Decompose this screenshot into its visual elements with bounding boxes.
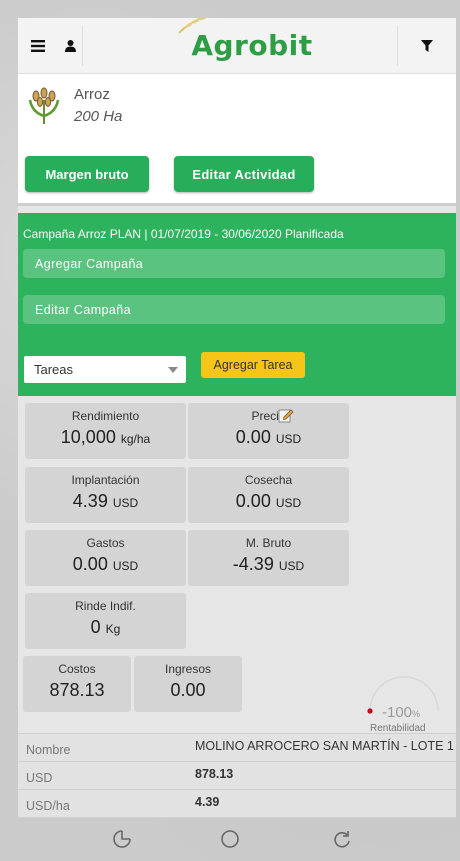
table-value: MOLINO ARROCERO SAN MARTÍN - LOTE 1 xyxy=(195,739,454,753)
metric-label: Cosecha xyxy=(244,473,293,487)
tareas-select-value: Tareas xyxy=(34,362,74,377)
agregar-campana-button[interactable]: Agregar Campaña xyxy=(23,249,445,278)
nav-right-button[interactable] xyxy=(327,824,357,854)
metric-number: -4.39 xyxy=(232,554,274,574)
table-key: USD/ha xyxy=(26,799,70,813)
rentabilidad-number: -100 xyxy=(382,704,413,721)
table-row: USD/ha 4.39 xyxy=(18,790,456,818)
metric-number: 0.00 xyxy=(72,554,108,574)
metric-implantacion: Implantación 4.39 USD xyxy=(25,467,186,523)
table-key: USD xyxy=(26,771,53,785)
metric-unit: USD xyxy=(275,496,302,510)
metric-value: 0.00 USD xyxy=(188,427,349,448)
metric-label: Ingresos xyxy=(164,662,212,676)
metric-unit: kg/ha xyxy=(120,432,151,446)
metric-number: 0.00 xyxy=(235,427,271,447)
metric-label: Implantación xyxy=(71,473,140,487)
table-value: 4.39 xyxy=(195,795,220,809)
crop-name: Arroz xyxy=(74,86,110,103)
pencil-icon[interactable] xyxy=(278,407,294,423)
metric-rendimiento: Rendimiento 10,000 kg/ha xyxy=(25,403,186,459)
metric-unit: USD xyxy=(275,432,302,446)
metric-number: 4.39 xyxy=(72,491,108,511)
table-value: 878.13 xyxy=(195,767,234,781)
metric-label: Precio xyxy=(251,409,286,423)
metric-costos: Costos 878.13 xyxy=(23,656,131,712)
editar-actividad-button[interactable]: Editar Actividad xyxy=(174,156,314,192)
metric-value: 878.13 xyxy=(49,680,105,700)
top-bar: Agrobit xyxy=(18,18,456,74)
nav-left-button[interactable] xyxy=(107,824,137,854)
rentabilidad-value: -100% xyxy=(382,704,420,721)
tareas-select[interactable]: Tareas xyxy=(24,356,186,383)
metric-gastos: Gastos 0.00 USD xyxy=(25,530,186,586)
bottom-nav xyxy=(0,818,460,861)
metric-value: 0.00 USD xyxy=(188,491,349,512)
metric-value: 10,000 kg/ha xyxy=(25,427,186,448)
campaign-info: Campaña Arroz PLAN | 01/07/2019 - 30/06/… xyxy=(23,227,344,241)
metric-unit: USD xyxy=(112,559,139,573)
metric-rinde-indif: Rinde Indif. 0 Kg xyxy=(25,593,186,649)
metric-label: Gastos xyxy=(86,536,125,550)
metric-ingresos: Ingresos 0.00 xyxy=(134,656,242,712)
metric-cosecha: Cosecha 0.00 USD xyxy=(188,467,349,523)
metric-label: Rendimiento xyxy=(71,409,140,423)
refresh-icon xyxy=(334,831,350,848)
metric-unit: Kg xyxy=(105,622,121,636)
metric-unit: USD xyxy=(278,559,305,573)
campaign-section: Campaña Arroz PLAN | 01/07/2019 - 30/06/… xyxy=(18,213,456,396)
metric-label: M. Bruto xyxy=(245,536,292,550)
metric-value: 0 Kg xyxy=(25,617,186,638)
logo: Agrobit xyxy=(83,18,397,62)
editar-campana-button[interactable]: Editar Campaña xyxy=(23,295,445,324)
rentabilidad-marker xyxy=(367,708,373,714)
rentabilidad-unit: % xyxy=(412,709,421,719)
app-window: Agrobit Arroz 200 Ha Margen bruto Editar… xyxy=(18,18,456,818)
crop-area: 200 Ha xyxy=(74,108,123,125)
filter-button[interactable] xyxy=(398,18,456,74)
menu-button[interactable] xyxy=(18,18,58,74)
metric-number: 0 xyxy=(90,617,101,637)
table-key: Nombre xyxy=(26,743,71,757)
wheat-icon xyxy=(178,18,208,34)
pie-chart-icon xyxy=(113,830,131,848)
margen-bruto-button[interactable]: Margen bruto xyxy=(25,156,149,192)
metric-number: 10,000 xyxy=(60,427,116,447)
metric-label: Rinde Indif. xyxy=(75,599,136,613)
metric-value: -4.39 USD xyxy=(188,554,349,575)
metric-value: 0.00 xyxy=(170,680,206,700)
metric-label: Costos xyxy=(58,662,96,676)
metric-value: 0.00 USD xyxy=(25,554,186,575)
circle-home-icon xyxy=(221,830,239,848)
user-button[interactable] xyxy=(58,18,82,74)
metric-number: 0.00 xyxy=(235,491,271,511)
hamburger-icon xyxy=(31,39,45,52)
rice-plant-icon xyxy=(28,87,60,124)
metric-m-bruto: M. Bruto -4.39 USD xyxy=(188,530,349,586)
metric-precio: Precio 0.00 USD xyxy=(188,403,349,459)
nav-center-button[interactable] xyxy=(215,824,245,854)
logo-text: Agrobit xyxy=(178,18,312,62)
filter-icon xyxy=(421,39,433,52)
table-row: Nombre MOLINO ARROCERO SAN MARTÍN - LOTE… xyxy=(18,734,456,762)
chevron-down-icon xyxy=(168,367,178,373)
user-icon xyxy=(64,39,76,52)
agregar-tarea-button[interactable]: Agregar Tarea xyxy=(201,352,305,378)
lot-table: Nombre MOLINO ARROCERO SAN MARTÍN - LOTE… xyxy=(18,733,456,818)
metric-value: 4.39 USD xyxy=(25,491,186,512)
metric-unit: USD xyxy=(112,496,139,510)
table-row: USD 878.13 xyxy=(18,762,456,790)
